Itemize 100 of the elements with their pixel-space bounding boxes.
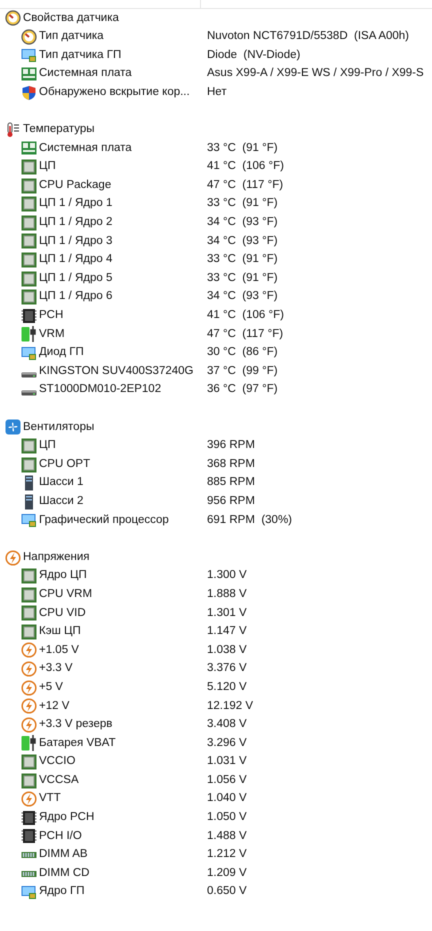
sensor-label: DIMM AB <box>39 849 88 861</box>
sensor-value: 368 RPM <box>207 458 255 470</box>
monitor-icon <box>21 47 37 64</box>
sensor-value: 1.040 V <box>207 793 247 805</box>
chip-icon <box>21 289 37 306</box>
sensor-label: +12 V <box>39 700 70 712</box>
sensor-label: ЦП <box>39 440 56 452</box>
sensor-value: 41 °C (106 °F) <box>207 310 284 322</box>
sensor-label: Диод ГП <box>39 347 84 359</box>
section-title: Вентиляторы <box>23 422 94 434</box>
sensor-value: 1.147 V <box>207 626 247 638</box>
sensor-label: Ядро ЦП <box>39 570 87 582</box>
sensor-label: VTT <box>39 793 61 805</box>
sensor-label: Кэш ЦП <box>39 626 81 638</box>
sensor-value: 1.056 V <box>207 774 247 786</box>
sensor-label: CPU VID <box>39 608 86 620</box>
chip-icon <box>21 810 37 826</box>
sensor-value: 1.301 V <box>207 608 247 620</box>
battery-plug-icon <box>21 326 37 342</box>
sensor-value: 33 °C (91 °F) <box>207 272 278 284</box>
chip-icon <box>21 605 37 622</box>
chip-icon <box>21 828 37 844</box>
sensor-label: ЦП 1 / Ядро 6 <box>39 291 112 303</box>
chip-icon <box>21 270 37 287</box>
sensor-label: CPU OPT <box>39 458 90 470</box>
sensor-value: 1.038 V <box>207 644 247 656</box>
sensor-value: 47 °C (117 °F) <box>207 328 284 340</box>
chip-icon <box>21 252 37 268</box>
sensor-label: ЦП 1 / Ядро 4 <box>39 254 112 266</box>
sensor-label: +3.3 V резерв <box>39 719 112 731</box>
sensor-label: CPU VRM <box>39 588 92 600</box>
sensor-value: 1.212 V <box>207 849 247 861</box>
gauge-icon <box>21 28 37 45</box>
sensor-label: VCCIO <box>39 756 76 768</box>
sensor-label: Шасси 1 <box>39 477 84 489</box>
sensor-label: PCH I/O <box>39 830 82 842</box>
sensor-value: 41 °C (106 °F) <box>207 161 284 173</box>
sensor-label: Обнаружено вскрытие кор... <box>39 86 190 98</box>
lightning-icon <box>21 642 37 658</box>
chip-icon <box>21 586 37 603</box>
sensor-value: 34 °C (93 °F) <box>207 236 278 248</box>
sensor-value: 33 °C (91 °F) <box>207 198 278 210</box>
sensor-value: 3.296 V <box>207 738 247 750</box>
sensor-value: 1.031 V <box>207 756 247 768</box>
sensor-value: 1.888 V <box>207 588 247 600</box>
chip-icon <box>21 624 37 640</box>
sensor-value: Asus X99-A / X99-E WS / X99-Pro / X99-S <box>207 68 424 80</box>
sensor-label: ЦП 1 / Ядро 5 <box>39 272 112 284</box>
chip-icon <box>21 214 37 231</box>
sensor-value: Нет <box>207 86 227 98</box>
sensor-value: 33 °C (91 °F) <box>207 142 278 154</box>
lightning-icon <box>21 698 37 714</box>
lightning-icon <box>21 791 37 808</box>
sensor-label: Шасси 2 <box>39 496 84 508</box>
lightning-icon <box>5 550 21 566</box>
sensor-label: Тип датчика ГП <box>39 50 122 62</box>
fan-icon <box>5 419 21 436</box>
sensor-value: 12.192 V <box>207 700 254 712</box>
sensor-label: +1.05 V <box>39 644 79 656</box>
sensor-value: 1.050 V <box>207 812 247 824</box>
chip-icon <box>21 456 37 473</box>
sensor-label: PCH <box>39 310 64 322</box>
sensor-label: ЦП <box>39 161 56 173</box>
chip-icon <box>21 196 37 212</box>
chip-icon <box>21 159 37 176</box>
sensor-label: ЦП 1 / Ядро 1 <box>39 198 112 210</box>
sensor-value: 396 RPM <box>207 440 255 452</box>
sensor-value: 885 RPM <box>207 477 255 489</box>
battery-plug-icon <box>21 735 37 752</box>
board-icon <box>21 140 37 156</box>
sensor-label: ЦП 1 / Ядро 2 <box>39 217 112 229</box>
gauge-icon <box>5 10 21 26</box>
section-title: Свойства датчика <box>23 12 119 24</box>
sensor-label: Тип датчика <box>39 31 104 43</box>
sensor-label: KINGSTON SUV400S37240G <box>39 366 194 378</box>
sensor-value: 1.488 V <box>207 830 247 842</box>
sensor-value: 3.376 V <box>207 663 247 675</box>
monitor-icon <box>21 512 37 528</box>
chip-icon <box>21 754 37 770</box>
sensor-label: Системная плата <box>39 142 132 154</box>
sensor-label: CPU Package <box>39 180 112 192</box>
sensor-label: ST1000DM010-2EP102 <box>39 384 162 396</box>
sensor-value: 37 °C (99 °F) <box>207 366 278 378</box>
chip-icon <box>21 568 37 584</box>
drive-icon <box>21 390 37 396</box>
drive-icon <box>21 372 37 378</box>
sensor-label: Графический процессор <box>39 514 169 526</box>
sensor-value: 30 °C (86 °F) <box>207 347 278 359</box>
monitor-icon <box>21 344 37 361</box>
sensor-value: 34 °C (93 °F) <box>207 217 278 229</box>
sensor-label: +5 V <box>39 682 63 694</box>
chip-icon <box>21 308 37 324</box>
sensor-value: 691 RPM (30%) <box>207 514 292 526</box>
sensor-label: Ядро PCH <box>39 812 94 824</box>
lightning-icon <box>21 716 37 733</box>
sensor-value: 1.209 V <box>207 868 247 880</box>
sensor-value: 47 °C (117 °F) <box>207 180 284 192</box>
lightning-icon <box>21 661 37 678</box>
chip-icon <box>21 438 37 454</box>
sensor-value: Diode (NV-Diode) <box>207 50 300 62</box>
